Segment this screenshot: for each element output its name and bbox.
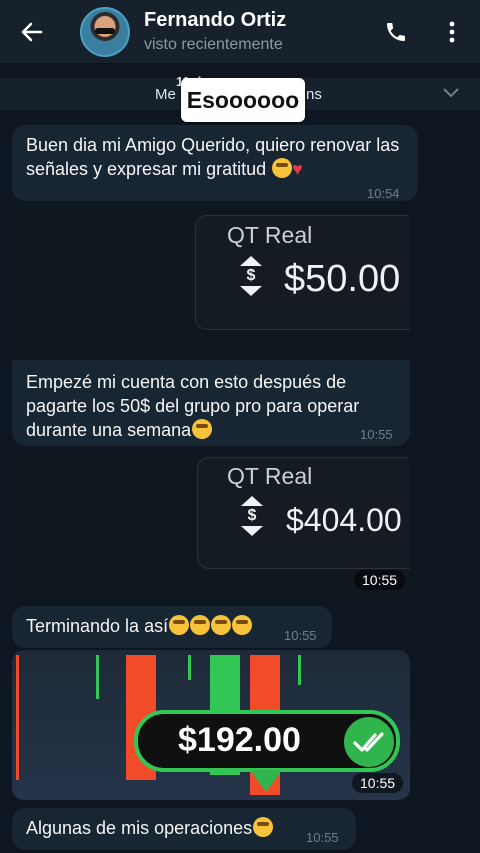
- menu-button[interactable]: [424, 0, 480, 64]
- arrow-down-icon: [250, 770, 282, 792]
- candle-wick: [298, 655, 301, 685]
- contact-status: visto recientemente: [144, 35, 283, 53]
- arrow-left-icon: [21, 22, 43, 41]
- star-struck-emoji-icon: [253, 817, 274, 837]
- message-bubble[interactable]: Empezé mi cuenta con esto después de pag…: [12, 360, 410, 446]
- candle-wick: [96, 655, 99, 699]
- heart-icon: ♥: [292, 159, 303, 179]
- star-struck-emoji-icon: [272, 158, 293, 178]
- double-check-icon: [344, 717, 394, 767]
- message-time: 10:55: [352, 773, 404, 793]
- balance-amount: $404.00: [286, 502, 402, 538]
- message-time: 10:55: [354, 570, 406, 590]
- pinned-text-left: Me: [155, 86, 176, 103]
- message-time: 10:55: [284, 628, 317, 643]
- balance-amount: $50.00: [284, 258, 401, 300]
- message-bubble[interactable]: Algunas de mis operaciones 10:55: [12, 808, 356, 850]
- message-text: Algunas de mis operaciones: [12, 808, 356, 848]
- chat-header: Fernando Ortiz visto recientemente: [0, 0, 480, 64]
- sticker-label: Esoooooo: [181, 78, 305, 122]
- phone-icon: [387, 22, 405, 41]
- candle-wick: [16, 655, 19, 780]
- star-struck-emoji-icon: [190, 615, 211, 635]
- currency-switch-icon: $: [240, 256, 262, 296]
- message-text: Empezé mi cuenta con esto después de pag…: [26, 372, 360, 440]
- star-struck-emoji-icon: [192, 419, 213, 439]
- message-text: Buen dia mi Amigo Querido, quiero renova…: [26, 135, 400, 179]
- currency-switch-icon: $: [241, 496, 263, 536]
- back-button[interactable]: [0, 0, 64, 64]
- avatar[interactable]: [80, 6, 130, 57]
- pinned-text-right: ns: [306, 86, 322, 103]
- message-time: 10:55: [306, 830, 339, 845]
- candle-wick: [188, 655, 191, 680]
- profit-amount: $192.00: [178, 721, 301, 759]
- contact-name: Fernando Ortiz: [144, 8, 287, 31]
- account-label: QT Real: [227, 222, 313, 248]
- message-time: 10:54: [367, 186, 400, 201]
- star-struck-emoji-icon: [169, 615, 190, 635]
- screenshot-image[interactable]: QT Real $ $50.00: [12, 210, 410, 360]
- kebab-menu-icon: [449, 21, 455, 42]
- call-button[interactable]: [368, 0, 424, 64]
- message-bubble[interactable]: Buen dia mi Amigo Querido, quiero renova…: [12, 125, 418, 201]
- star-struck-emoji-icon: [211, 615, 232, 635]
- star-struck-emoji-icon: [232, 615, 253, 635]
- account-label: QT Real: [227, 463, 313, 489]
- message-bubble[interactable]: Terminando la así 10:55: [12, 606, 332, 648]
- screenshot-image[interactable]: QT Real $ $404.00 10:55: [12, 452, 410, 597]
- chevron-down-icon[interactable]: [442, 86, 460, 100]
- contact-info[interactable]: Fernando Ortiz visto recientemente: [144, 8, 368, 56]
- message-time: 10:55: [360, 427, 393, 442]
